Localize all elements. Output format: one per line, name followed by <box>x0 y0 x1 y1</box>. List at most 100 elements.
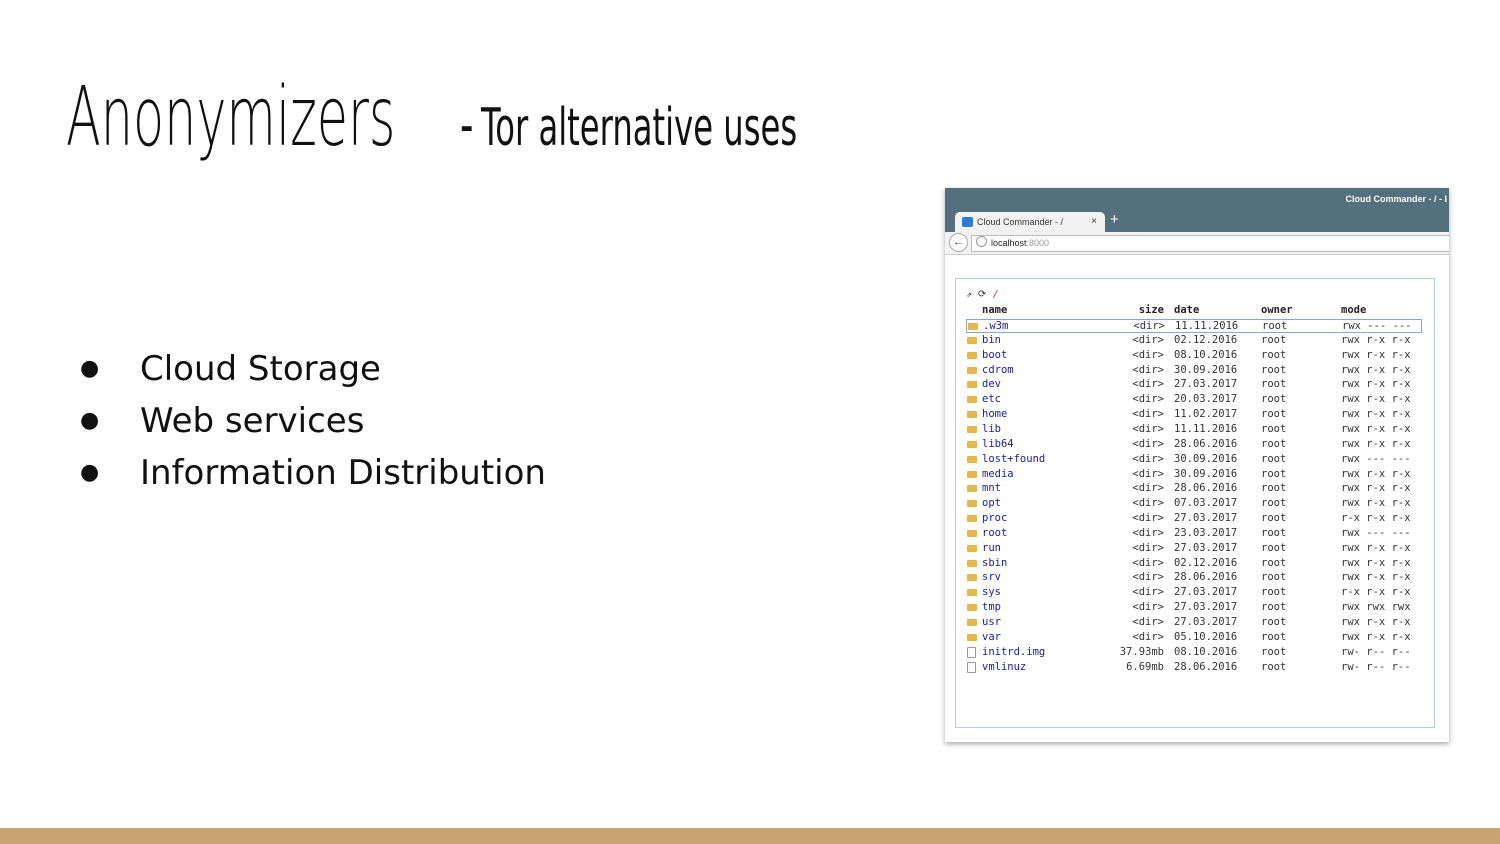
file-name[interactable]: boot <box>982 349 1007 361</box>
folder-icon <box>967 619 977 626</box>
url-input[interactable]: localhost:8000 <box>971 235 1449 252</box>
tab-strip: Cloud Commander - / × + <box>945 210 1449 232</box>
file-size: <dir> <box>1132 482 1164 495</box>
file-name[interactable]: var <box>982 631 1001 643</box>
header-size[interactable]: size <box>1084 304 1164 316</box>
file-name[interactable]: run <box>982 542 1001 554</box>
file-name[interactable]: cdrom <box>982 364 1014 376</box>
file-row[interactable]: sbin <dir> 02.12.2016 root rwx r-x r-x <box>966 557 1422 571</box>
file-name[interactable]: tmp <box>982 601 1001 613</box>
file-mode: rw- r-- r-- <box>1341 645 1411 658</box>
file-name[interactable]: media <box>982 468 1014 480</box>
browser-screenshot: Cloud Commander - / - I Cloud Commander … <box>945 188 1449 742</box>
file-name[interactable]: root <box>982 527 1007 539</box>
file-size: <dir> <box>1132 526 1164 539</box>
folder-icon <box>967 589 977 597</box>
file-row[interactable]: run <dir> 27.03.2017 root rwx r-x r-x <box>966 542 1422 556</box>
file-row[interactable]: dev <dir> 27.03.2017 root rwx r-x r-x <box>966 378 1422 392</box>
folder-icon <box>967 396 977 404</box>
file-row[interactable]: root <dir> 23.03.2017 root rwx --- --- <box>966 527 1422 541</box>
file-mode: r-x r-x r-x <box>1341 586 1411 599</box>
file-name[interactable]: etc <box>982 393 1001 405</box>
browser-tab[interactable]: Cloud Commander - / × <box>955 212 1105 232</box>
file-row[interactable]: mnt <dir> 28.06.2016 root rwx r-x r-x <box>966 482 1422 496</box>
header-mode[interactable]: mode <box>1341 304 1366 316</box>
file-row[interactable]: tmp <dir> 27.03.2017 root rwx rwx rwx <box>966 601 1422 615</box>
file-name[interactable]: sys <box>982 586 1001 598</box>
folder-icon <box>967 440 977 448</box>
file-mode: rwx r-x r-x <box>1341 467 1411 480</box>
file-owner: root <box>1261 437 1287 450</box>
file-name[interactable]: usr <box>982 616 1001 628</box>
file-row[interactable]: media <dir> 30.09.2016 root rwx r-x r-x <box>966 468 1422 482</box>
file-row[interactable]: cdrom <dir> 30.09.2016 root rwx r-x r-x <box>966 364 1422 378</box>
file-date: 11.11.2016 <box>1175 320 1239 332</box>
file-date: 02.12.2016 <box>1174 556 1238 569</box>
file-owner: root <box>1261 571 1287 584</box>
file-row[interactable]: boot <dir> 08.10.2016 root rwx r-x r-x <box>966 349 1422 363</box>
file-size: <dir> <box>1132 378 1164 391</box>
file-row[interactable]: lib64 <dir> 28.06.2016 root rwx r-x r-x <box>966 438 1422 452</box>
path-nav-icons[interactable]: ⇗ ⟳ <box>966 289 986 300</box>
file-name[interactable]: lib <box>982 423 1001 435</box>
file-date: 07.03.2017 <box>1174 497 1238 510</box>
file-row[interactable]: opt <dir> 07.03.2017 root rwx r-x r-x <box>966 497 1422 511</box>
tab-close-icon[interactable]: × <box>1091 212 1097 232</box>
file-name[interactable]: bin <box>982 334 1001 346</box>
folder-icon <box>967 336 977 344</box>
file-size: 6.69mb <box>1126 660 1164 673</box>
file-row[interactable]: sys <dir> 27.03.2017 root r-x r-x r-x <box>966 586 1422 600</box>
file-date: 28.06.2016 <box>1174 660 1238 673</box>
file-owner: root <box>1261 512 1287 525</box>
file-size: <dir> <box>1132 616 1164 628</box>
file-row[interactable]: etc <dir> 20.03.2017 root rwx r-x r-x <box>966 393 1422 407</box>
title-main: Anonymizers <box>66 70 396 165</box>
file-owner: root <box>1261 422 1287 435</box>
file-name[interactable]: vmlinuz <box>982 661 1026 673</box>
file-size: 37.93mb <box>1119 645 1164 658</box>
file-date: 30.09.2016 <box>1174 452 1238 465</box>
file-size: <dir> <box>1132 630 1164 643</box>
current-path[interactable]: / <box>992 289 998 300</box>
file-row[interactable]: srv <dir> 28.06.2016 root rwx r-x r-x <box>966 571 1422 585</box>
file-row[interactable]: vmlinuz 6.69mb 28.06.2016 root rw- r-- r-- <box>966 661 1422 675</box>
file-date: 28.06.2016 <box>1174 571 1238 584</box>
file-name[interactable]: lib64 <box>982 438 1014 450</box>
file-row[interactable]: usr <dir> 27.03.2017 root rwx r-x r-x <box>966 616 1422 630</box>
file-name[interactable]: sbin <box>982 557 1007 569</box>
folder-icon <box>967 425 977 433</box>
file-row[interactable]: var <dir> 05.10.2016 root rwx r-x r-x <box>966 631 1422 645</box>
back-arrow-icon[interactable]: ← <box>949 233 968 252</box>
file-mode: rwx rwx rwx <box>1341 601 1411 614</box>
file-row[interactable]: bin <dir> 02.12.2016 root rwx r-x r-x <box>966 334 1422 348</box>
url-host: localhost <box>991 238 1027 248</box>
file-name[interactable]: initrd.img <box>982 646 1045 658</box>
file-owner: root <box>1261 556 1287 569</box>
file-name[interactable]: dev <box>982 378 1001 390</box>
file-row[interactable]: lib <dir> 11.11.2016 root rwx r-x r-x <box>966 423 1422 437</box>
file-name[interactable]: .w3m <box>983 320 1008 332</box>
file-row[interactable]: home <dir> 11.02.2017 root rwx r-x r-x <box>966 408 1422 422</box>
file-name[interactable]: proc <box>982 512 1007 524</box>
file-name[interactable]: home <box>982 408 1007 420</box>
file-name[interactable]: srv <box>982 571 1001 583</box>
bullet-text: Cloud Storage <box>140 349 381 389</box>
file-row[interactable]: .w3m <dir> 11.11.2016 root rwx --- --- <box>966 319 1422 333</box>
path-bar: ⇗ ⟳ / <box>966 289 998 300</box>
new-tab-button[interactable]: + <box>1110 211 1119 228</box>
file-row[interactable]: initrd.img 37.93mb 08.10.2016 root rw- r-- r… <box>966 646 1422 660</box>
header-name[interactable]: name <box>982 304 1007 316</box>
file-name[interactable]: mnt <box>982 482 1001 494</box>
file-owner: root <box>1261 601 1287 614</box>
header-date[interactable]: date <box>1174 304 1199 316</box>
file-mode: rwx r-x r-x <box>1341 348 1411 361</box>
file-row[interactable]: lost+found <dir> 30.09.2016 root rwx --- --- <box>966 453 1422 467</box>
file-name[interactable]: lost+found <box>982 453 1045 465</box>
file-row[interactable]: proc <dir> 27.03.2017 root r-x r-x r-x <box>966 512 1422 526</box>
file-name[interactable]: opt <box>982 497 1001 509</box>
folder-icon <box>967 411 977 419</box>
slide-title: Anonymizers - Tor alternative uses <box>66 70 991 165</box>
header-owner[interactable]: owner <box>1261 304 1293 316</box>
file-mode: r-x r-x r-x <box>1341 512 1411 525</box>
folder-icon <box>968 323 978 330</box>
